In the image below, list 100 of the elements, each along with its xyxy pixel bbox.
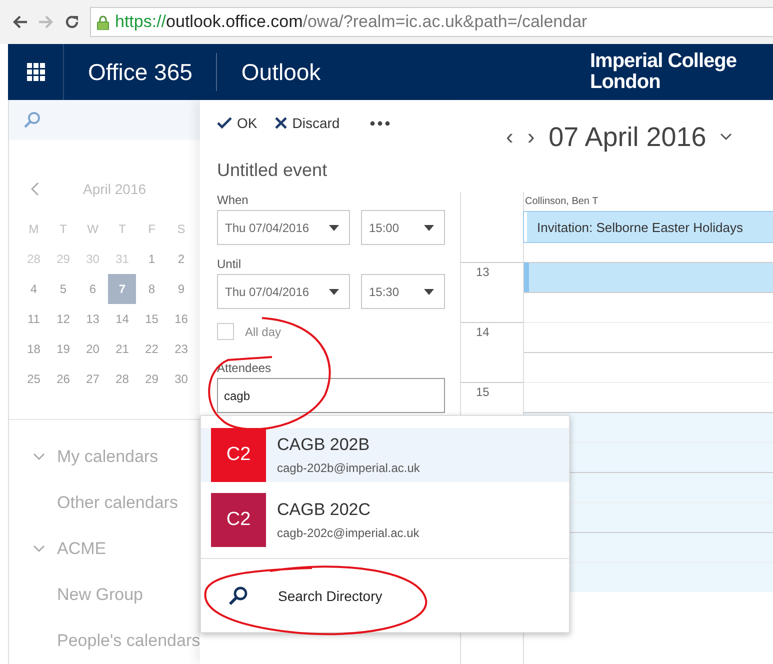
day-cell[interactable]: 7 [108,274,136,304]
day-cell[interactable]: 9 [167,274,196,304]
ok-button[interactable]: OK [217,115,258,131]
address-bar[interactable]: https://outlook.office.com/owa/?realm=ic.ac.uk&path=/calendar [90,7,773,37]
next-day-button[interactable]: › [527,124,535,150]
sidebar-item[interactable]: People's calendars [9,618,200,664]
more-icon[interactable] [370,120,390,126]
day-cell[interactable]: 28 [20,244,48,274]
app-title[interactable]: Outlook [217,58,345,86]
weekday-label: M [28,222,39,236]
reload-icon[interactable] [64,14,80,30]
contact-name: CAGB 202B [277,435,371,455]
day-cell[interactable]: 19 [49,334,78,364]
chevron-icon[interactable] [720,133,732,141]
sidebar-item[interactable]: New Group [9,572,200,618]
contact-name: CAGB 202C [277,500,372,520]
hour-label: 13 [476,265,490,279]
contact-email: cagb-202c@imperial.ac.uk [277,526,420,540]
previous-day-button[interactable]: ‹ [506,124,514,150]
day-cell[interactable]: 28 [108,364,136,394]
weekday-label: W [87,222,98,236]
date-dropdown[interactable]: Thu 07/04/2016 [217,210,350,245]
day-cell[interactable]: 13 [78,304,107,334]
date-dropdown[interactable]: Thu 07/04/2016 [217,274,350,309]
weekday-label: S [177,222,186,236]
suite-title[interactable]: Office 365 [64,58,216,86]
day-cell[interactable]: 30 [167,364,196,394]
sidebar-label: My calendars [57,447,158,467]
day-cell[interactable]: 27 [78,364,107,394]
suggestion-item[interactable]: C2 CAGB 202B cagb-202b@imperial.ac.uk [201,428,569,482]
day-cell[interactable]: 16 [167,304,196,334]
sidebar-label: People's calendars [57,631,200,651]
close-icon [275,117,288,129]
sidebar-label: ACME [57,539,106,559]
day-cell[interactable]: 30 [78,244,107,274]
sidebar-item[interactable]: My calendars [9,434,200,480]
sidebar-item[interactable]: ACME [9,526,200,572]
day-cell[interactable]: 1 [138,244,166,274]
event-block[interactable] [524,262,773,292]
previous-month-icon[interactable] [31,182,39,196]
day-cell[interactable]: 23 [167,334,196,364]
attendees-field[interactable]: cagb [217,378,445,413]
weekday-label: F [148,222,156,236]
field-label: When [217,193,250,207]
weekday-label: T [60,222,67,236]
time-dropdown[interactable]: 15:00 [361,210,445,245]
day-cell[interactable]: 2 [167,244,196,274]
day-cell[interactable]: 25 [20,364,48,394]
day-cell[interactable]: 8 [138,274,166,304]
day-cell[interactable]: 21 [108,334,136,364]
suggestion-item[interactable]: C2 CAGB 202C cagb-202c@imperial.ac.uk [201,493,569,547]
caret-icon [424,288,434,294]
day-cell[interactable]: 11 [20,304,48,334]
column-header: Collinson, Ben T [524,195,600,209]
day-cell[interactable]: 18 [20,334,48,364]
lock-icon [97,14,109,30]
chevron-icon [33,453,45,461]
url-text: https://outlook.office.com/owa/?realm=ic.ac.uk&path=/calendar [115,12,588,32]
avatar: C2 [211,428,266,482]
caret-icon [329,224,339,230]
day-cell[interactable]: 15 [138,304,166,334]
day-cell[interactable]: 31 [108,244,136,274]
contact-email: cagb-202b@imperial.ac.uk [277,461,420,475]
day-cell[interactable]: 14 [108,304,136,334]
search-icon [23,111,41,129]
day-cell[interactable]: 5 [49,274,78,304]
day-cell[interactable]: 26 [49,364,78,394]
day-cell[interactable]: 20 [78,334,107,364]
all-day-checkbox[interactable] [217,323,234,340]
day-cell[interactable]: 22 [138,334,166,364]
sidebar-label: Other calendars [57,493,178,513]
day-cell[interactable]: 29 [49,244,78,274]
hour-label: 15 [476,385,490,399]
hour-label: 14 [476,325,490,339]
grid-icon [26,63,44,81]
search-directory-button[interactable]: Search Directory [201,558,569,632]
month-title: April 2016 [83,181,146,197]
sidebar-item[interactable]: Other calendars [9,480,200,526]
field-label: Attendees [217,361,272,375]
search-icon [228,586,248,606]
date-title[interactable]: 07 April 2016 [548,122,706,152]
check-icon [217,117,232,129]
day-cell[interactable]: 6 [78,274,107,304]
day-cell[interactable]: 4 [20,274,48,304]
day-cell[interactable]: 12 [49,304,78,334]
checkbox-label: All day [245,324,282,338]
discard-button[interactable]: Discard [275,115,340,131]
caret-icon [424,224,434,230]
forward-icon[interactable] [38,15,54,29]
avatar: C2 [211,493,266,547]
organization-logo: Imperial College London [590,51,738,93]
all-day-event[interactable]: Invitation: Selborne Easter Holidays [524,212,773,242]
back-icon[interactable] [12,15,28,29]
day-cell[interactable]: 29 [138,364,166,394]
chevron-icon [33,545,45,553]
caret-icon [329,288,339,294]
weekday-label: T [118,222,126,236]
field-label: Until [217,257,242,271]
sidebar-label: New Group [57,585,143,605]
time-dropdown[interactable]: 15:30 [361,274,445,309]
